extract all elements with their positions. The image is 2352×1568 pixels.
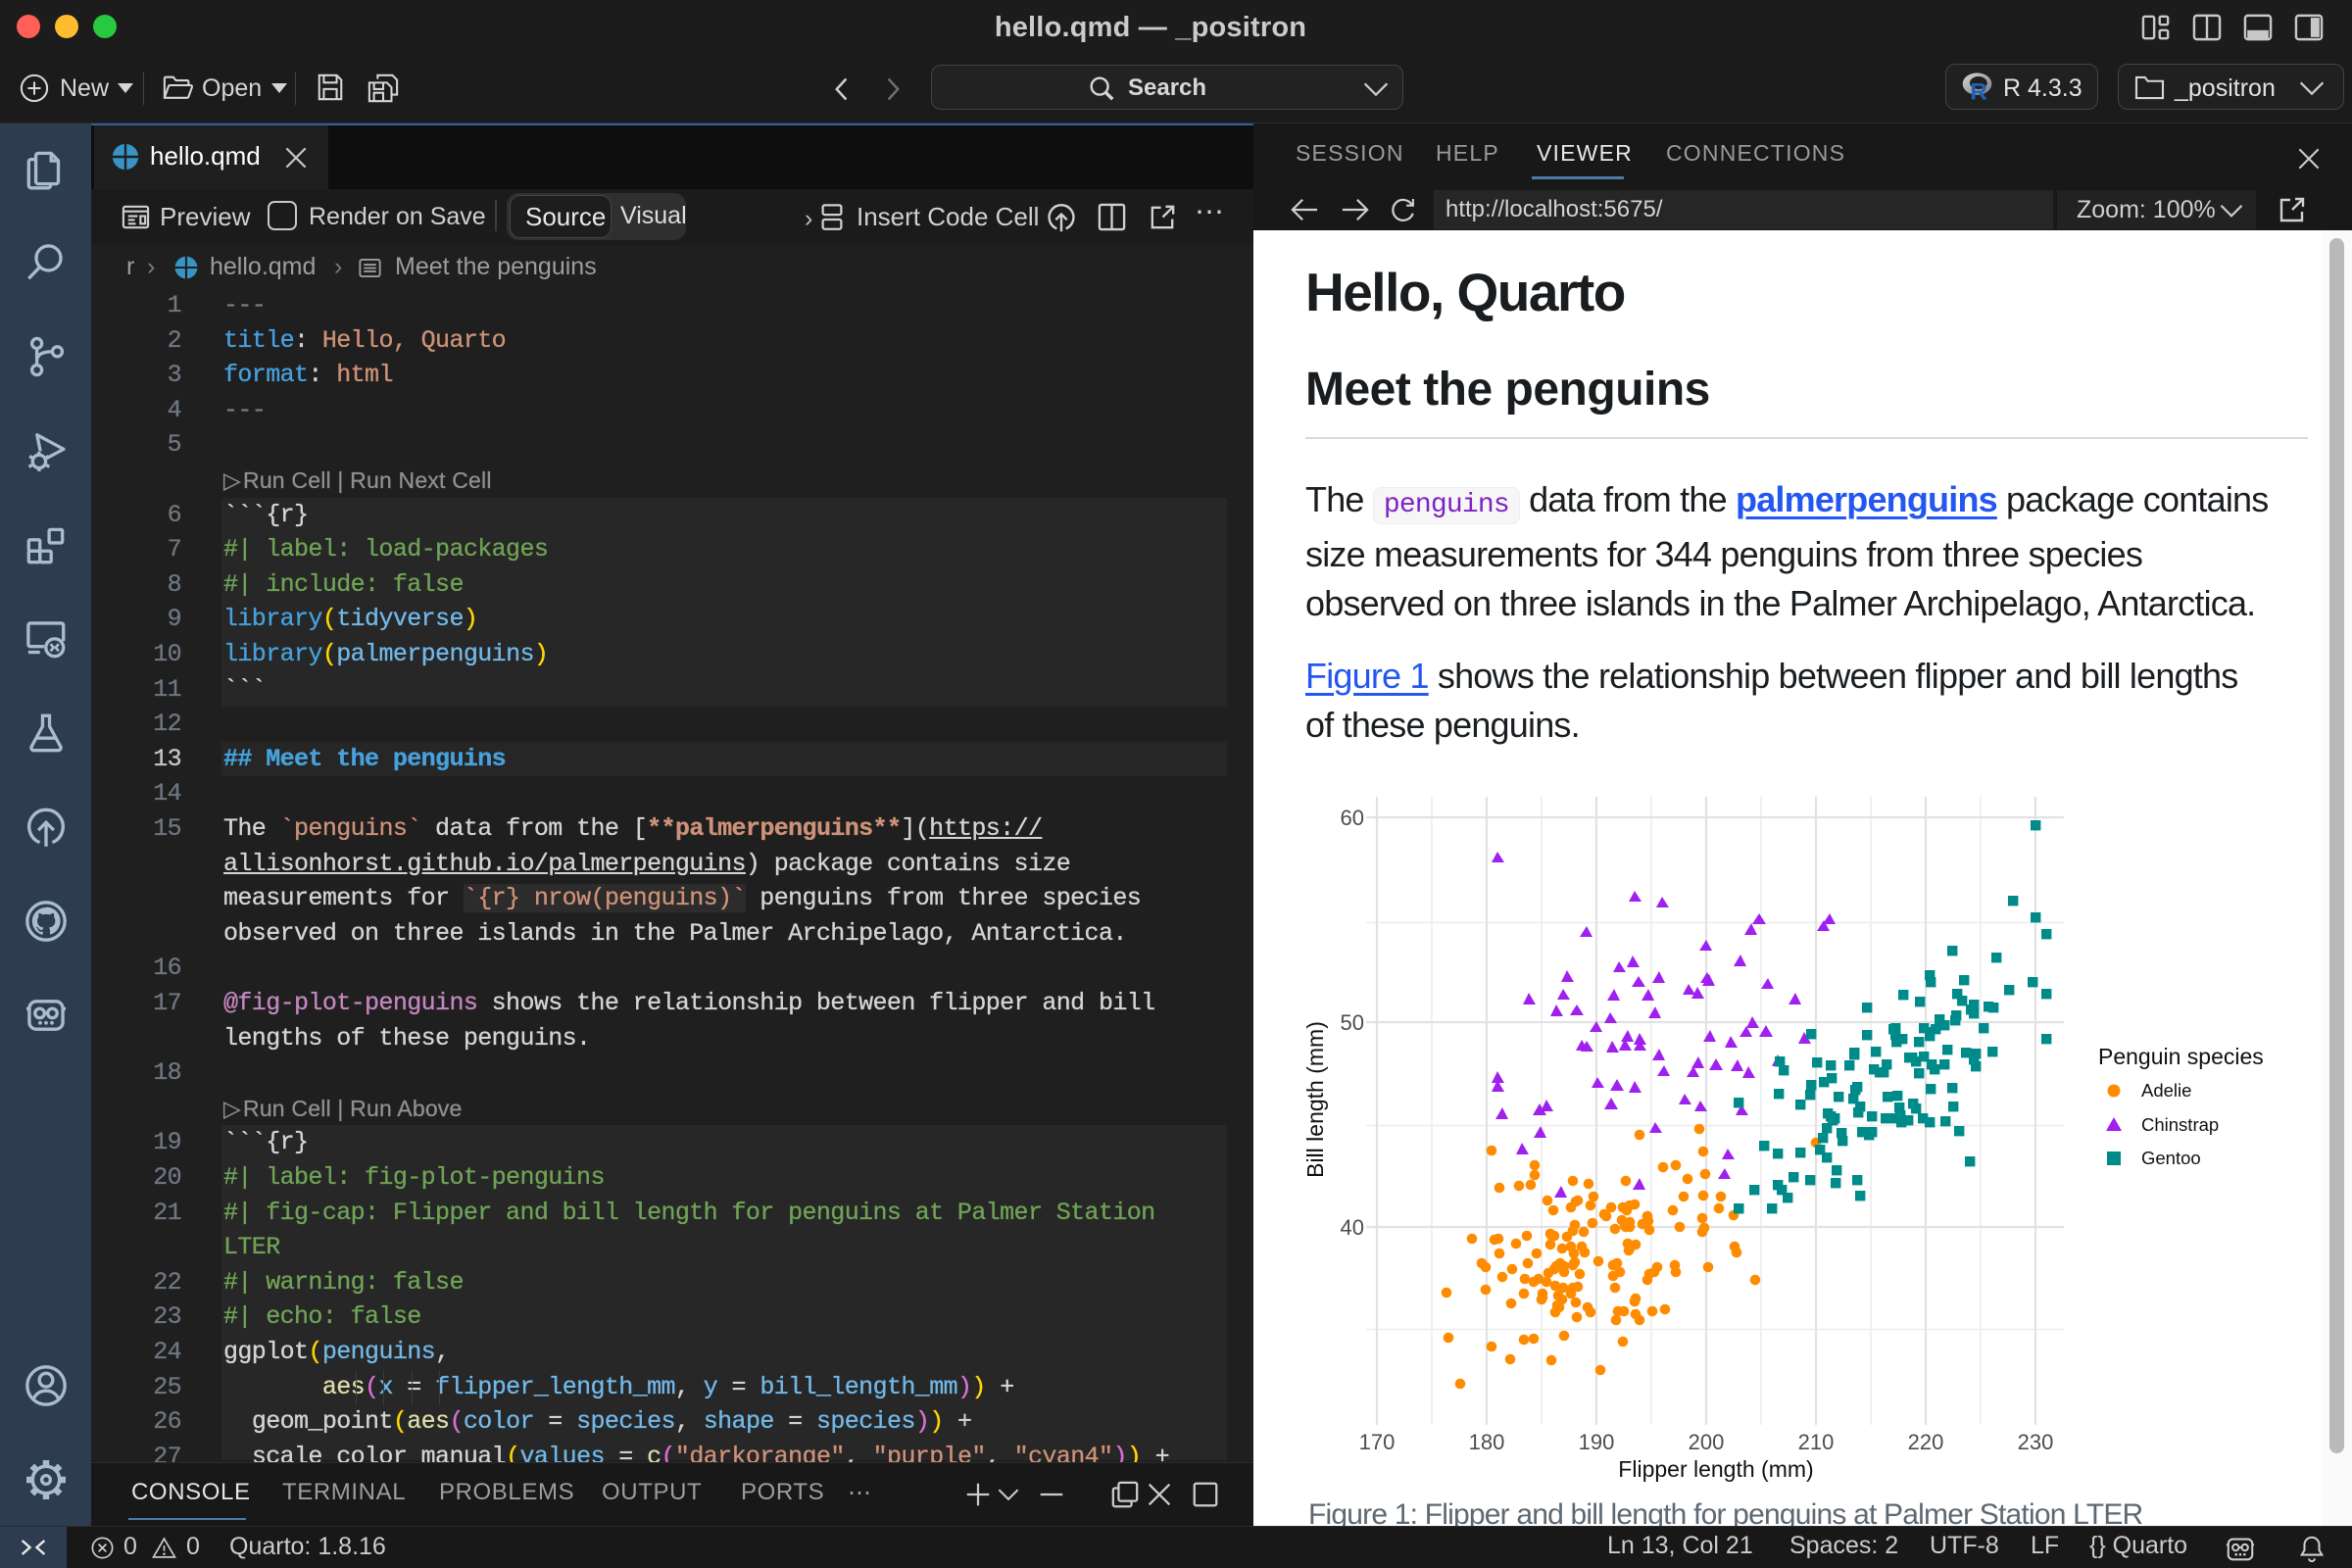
svg-text:210: 210 [1798, 1430, 1835, 1454]
svg-text:180: 180 [1469, 1430, 1505, 1454]
svg-text:Gentoo: Gentoo [2141, 1148, 2201, 1168]
svg-text:220: 220 [1908, 1430, 1944, 1454]
svg-text:200: 200 [1689, 1430, 1725, 1454]
svg-text:Bill length (mm): Bill length (mm) [1302, 1021, 1328, 1178]
svg-text:Flipper length (mm): Flipper length (mm) [1618, 1456, 1813, 1482]
svg-text:190: 190 [1579, 1430, 1615, 1454]
svg-text:Penguin species: Penguin species [2098, 1044, 2264, 1069]
svg-text:230: 230 [2018, 1430, 2054, 1454]
svg-text:40: 40 [1341, 1215, 1364, 1240]
svg-text:Chinstrap: Chinstrap [2141, 1114, 2219, 1135]
svg-text:60: 60 [1341, 806, 1364, 830]
svg-text:50: 50 [1341, 1010, 1364, 1035]
svg-text:R: R [1970, 78, 1987, 103]
svg-text:170: 170 [1359, 1430, 1396, 1454]
svg-text:Adelie: Adelie [2141, 1080, 2191, 1101]
